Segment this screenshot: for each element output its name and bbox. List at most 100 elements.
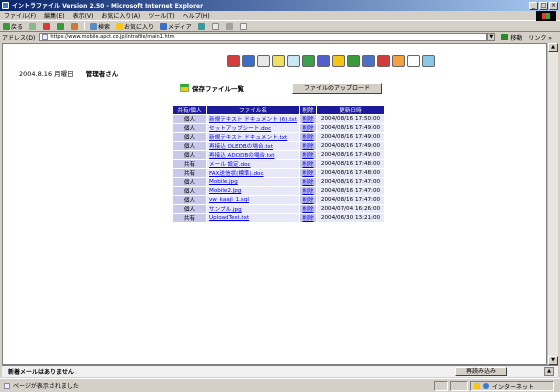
page-icon xyxy=(42,34,49,40)
globe-icon[interactable] xyxy=(302,55,315,67)
chart-icon[interactable] xyxy=(362,55,375,67)
edit-icon[interactable] xyxy=(392,55,405,67)
table-row: 個人 vw_kaaji_1.sql 削除 2004/08/16 17:47:00 xyxy=(172,195,385,205)
toolbar: 戻る 検索 お気に入り メディア xyxy=(0,21,560,32)
monitor-icon[interactable] xyxy=(422,55,435,67)
mail-button[interactable] xyxy=(209,22,223,30)
file-link[interactable]: Mobile.jpg xyxy=(209,179,238,185)
status-bar: ページが表示されました インターネット xyxy=(0,378,560,392)
file-link[interactable]: 新規テキスト ドキュメント.txt xyxy=(209,135,287,141)
table-row: 個人 セットアップシート.doc 削除 2004/08/16 17:49:00 xyxy=(172,123,385,133)
security-zone: インターネット xyxy=(470,381,554,391)
file-name-cell: メール 設定.doc xyxy=(206,159,300,169)
share-type: 個人 xyxy=(172,114,207,124)
menu-edit[interactable]: 編集(E) xyxy=(40,11,68,20)
media-button[interactable]: メディア xyxy=(157,22,195,31)
vertical-scrollbar[interactable]: ▲ ▼ xyxy=(547,43,558,365)
menu-help[interactable]: ヘルプ(H) xyxy=(179,11,214,20)
disk-icon[interactable] xyxy=(317,55,330,67)
calendar-icon[interactable] xyxy=(242,55,255,67)
updated-date: 2004/08/16 17:49:00 xyxy=(316,141,385,151)
share-type: 個人 xyxy=(172,186,207,196)
window-title: イントラファイル Version 2.50 - Microsoft Intern… xyxy=(12,3,204,10)
upload-file-button[interactable]: ファイルのアップロード xyxy=(292,83,382,94)
delete-link[interactable]: 削除 xyxy=(302,117,313,123)
delete-link[interactable]: 削除 xyxy=(302,171,313,177)
search-button[interactable]: 検索 xyxy=(87,22,113,31)
stop-button[interactable] xyxy=(40,22,54,30)
file-link[interactable]: セットアップシート.doc xyxy=(209,126,271,132)
file-link[interactable]: UploadTest.txt xyxy=(209,215,249,221)
close-button[interactable]: × xyxy=(549,1,558,10)
updated-date: 2004/08/16 17:49:00 xyxy=(316,150,385,160)
mail-icon xyxy=(211,22,219,30)
share-type: 個人 xyxy=(172,141,207,151)
updated-date: 2004/08/16 17:47:00 xyxy=(316,177,385,187)
table-row: 共有 FAX送信状(標準).doc 削除 2004/08/16 17:48:00 xyxy=(172,168,385,178)
share-type: 個人 xyxy=(172,204,207,214)
forward-button[interactable] xyxy=(26,22,40,30)
status-cell xyxy=(450,381,468,391)
phone-icon[interactable] xyxy=(377,55,390,67)
menu-favorites[interactable]: お気に入り(A) xyxy=(97,11,144,20)
print-button[interactable] xyxy=(223,22,237,30)
updated-date: 2004/08/16 17:47:00 xyxy=(316,186,385,196)
address-input[interactable]: https://www.mobile.apct.co.jp/intrafile/… xyxy=(39,33,488,41)
table-row: 個人 再接込 ADODBの場合.txt 削除 2004/08/16 17:49:00 xyxy=(172,150,385,160)
delete-link[interactable]: 削除 xyxy=(302,198,313,204)
help-icon[interactable] xyxy=(407,55,420,67)
file-link[interactable]: vw_kaaji_1.sql xyxy=(209,197,249,203)
printer-icon xyxy=(225,22,233,30)
updated-date: 2004/08/16 17:48:00 xyxy=(316,168,385,178)
table-row: 個人 サンプル.jpg 削除 2004/07/04 16:26:00 xyxy=(172,204,385,214)
delete-link[interactable]: 削除 xyxy=(302,180,313,186)
address-dropdown-button[interactable]: ▼ xyxy=(487,33,496,41)
pencil-icon[interactable] xyxy=(287,55,300,67)
book-icon[interactable] xyxy=(347,55,360,67)
header-file-name: ファイル名 xyxy=(206,105,300,115)
share-type: 個人 xyxy=(172,123,207,133)
mail-icon[interactable] xyxy=(257,55,270,67)
file-link[interactable]: メール 設定.doc xyxy=(209,162,251,168)
notes-icon[interactable] xyxy=(272,55,285,67)
refresh-button[interactable] xyxy=(54,22,68,30)
folder-icon[interactable] xyxy=(332,55,345,67)
menu-view[interactable]: 表示(V) xyxy=(69,11,98,20)
maximize-button[interactable]: □ xyxy=(539,1,548,10)
delete-link[interactable]: 削除 xyxy=(302,216,313,222)
delete-link[interactable]: 削除 xyxy=(302,153,313,159)
date-user-line: 2004.8.16 月曜日 管理者さん xyxy=(19,68,118,78)
file-link[interactable]: 再接込 OLEDBの場合.txt xyxy=(209,144,273,150)
delete-link[interactable]: 削除 xyxy=(302,207,313,213)
address-label: アドレス(D) xyxy=(2,34,36,42)
edit-button[interactable] xyxy=(237,22,251,30)
minimize-button[interactable]: _ xyxy=(529,1,538,10)
file-link[interactable]: サンプル.jpg xyxy=(209,207,242,213)
file-link[interactable]: FAX送信状(標準).doc xyxy=(209,171,264,177)
scroll-up-button[interactable]: ▲ xyxy=(548,43,558,52)
delete-link[interactable]: 削除 xyxy=(302,162,313,168)
delete-link[interactable]: 削除 xyxy=(302,135,313,141)
reload-button[interactable]: 再読み込み xyxy=(455,367,507,376)
delete-link[interactable]: 削除 xyxy=(302,189,313,195)
history-button[interactable] xyxy=(195,22,209,30)
scroll-down-button[interactable]: ▼ xyxy=(548,356,558,365)
search-label: 検索 xyxy=(98,23,111,31)
file-link[interactable]: 新規テキスト ドキュメント (6).txt xyxy=(209,117,297,123)
menu-file[interactable]: ファイル(F) xyxy=(0,11,40,20)
page-title-text: 保存ファイル一覧 xyxy=(192,85,244,93)
file-link[interactable]: Mobile2.jpg xyxy=(209,188,241,194)
delete-link[interactable]: 削除 xyxy=(302,144,313,150)
file-link[interactable]: 再接込 ADODBの場合.txt xyxy=(209,153,275,159)
menu-tools[interactable]: ツール(T) xyxy=(144,11,178,20)
notice-scroll-button[interactable]: ▲ xyxy=(544,367,554,376)
go-button[interactable]: 移動 xyxy=(501,33,522,42)
ie-logo-icon xyxy=(2,2,9,9)
table-row: 共有 メール 設定.doc 削除 2004/08/16 17:48:00 xyxy=(172,159,385,169)
delete-link[interactable]: 削除 xyxy=(302,126,313,132)
back-button[interactable]: 戻る xyxy=(0,22,26,31)
favorites-button[interactable]: お気に入り xyxy=(113,22,157,31)
home-button[interactable] xyxy=(68,22,82,30)
home-icon[interactable] xyxy=(227,55,240,67)
links-button[interactable]: リンク » xyxy=(528,33,552,42)
